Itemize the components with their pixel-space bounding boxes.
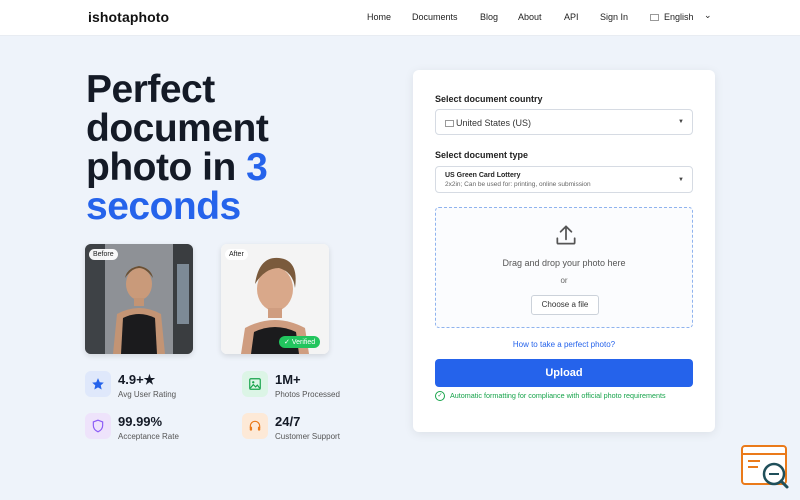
image-icon — [242, 371, 268, 397]
shield-icon — [85, 413, 111, 439]
flag-icon — [650, 13, 659, 21]
after-label: After — [225, 249, 248, 260]
hero-title-text: photo in — [86, 146, 247, 189]
caret-down-icon: ▼ — [678, 119, 684, 125]
compliance-text: Automatic formatting for compliance with… — [450, 391, 666, 400]
flag-icon — [445, 119, 454, 127]
stat-label: Avg User Rating — [118, 390, 177, 399]
upload-button[interactable]: Upload — [435, 359, 693, 387]
stat-label: Photos Processed — [275, 390, 340, 399]
hero-title-line: Perfect — [86, 68, 215, 111]
site-logo[interactable]: ishotaphoto — [88, 9, 169, 25]
nav-link-api[interactable]: API — [564, 12, 579, 22]
country-select-value: United States (US) — [445, 118, 531, 128]
stat-value: 24/7 — [275, 414, 301, 429]
nav-link-documents[interactable]: Documents — [412, 12, 458, 22]
check-icon: ✓ — [284, 339, 290, 346]
nav-link-about[interactable]: About — [518, 12, 542, 22]
check-circle-icon: ✓ — [435, 391, 445, 401]
verified-label: Verified — [291, 339, 316, 346]
nav-link-home[interactable]: Home — [367, 12, 391, 22]
star-icon — [85, 371, 111, 397]
upload-form-card: Select document country United States (U… — [413, 70, 715, 432]
top-nav: ishotaphoto Home Documents Blog About AP… — [0, 0, 800, 36]
stat-label: Acceptance Rate — [118, 432, 179, 441]
country-select[interactable]: United States (US) ▼ — [435, 109, 693, 135]
after-photo-card: After ✓ Verified — [221, 244, 329, 354]
chevron-down-icon[interactable]: ⌄ — [704, 10, 712, 21]
hero-title: Perfect document photo in 3 seconds — [86, 70, 376, 226]
hero-title-highlight: seconds — [86, 185, 241, 228]
stat-value: 99.99% — [118, 414, 163, 429]
language-selector[interactable]: English — [650, 12, 694, 22]
photo-dropzone[interactable]: Drag and drop your photo here or Choose … — [435, 207, 693, 328]
stat-label: Customer Support — [275, 432, 340, 441]
before-photo — [85, 244, 193, 354]
type-label: Select document type — [435, 150, 529, 160]
choose-file-button[interactable]: Choose a file — [531, 295, 599, 315]
country-label: Select document country — [435, 94, 543, 104]
document-type-subtitle: 2x2in; Can be used for: printing, online… — [445, 181, 591, 188]
howto-link[interactable]: How to take a perfect photo? — [413, 340, 715, 349]
document-type-title: US Green Card Lottery — [445, 172, 521, 179]
before-photo-card: Before — [85, 244, 193, 354]
stat-acceptance: 99.99% Acceptance Rate — [85, 413, 215, 445]
hero-title-line: photo in 3 — [86, 148, 376, 187]
language-label: English — [664, 12, 694, 22]
dropzone-or: or — [560, 276, 568, 285]
stat-value: 1M+ — [275, 372, 301, 387]
caret-down-icon: ▼ — [678, 176, 684, 183]
nav-link-blog[interactable]: Blog — [480, 12, 498, 22]
hero-title-highlight: 3 — [246, 146, 268, 189]
document-type-select[interactable]: US Green Card Lottery 2x2in; Can be used… — [435, 166, 693, 193]
stat-photos: 1M+ Photos Processed — [242, 371, 372, 403]
nav-link-sign-in[interactable]: Sign In — [600, 12, 628, 22]
before-label: Before — [89, 249, 118, 260]
compliance-note: ✓ Automatic formatting for compliance wi… — [435, 391, 675, 401]
hero-title-line: document — [86, 107, 269, 150]
headset-icon — [242, 413, 268, 439]
stat-support: 24/7 Customer Support — [242, 413, 372, 445]
country-value: United States (US) — [456, 118, 532, 128]
upload-icon — [556, 225, 576, 245]
stat-value: 4.9+★ — [118, 372, 156, 387]
search-widget-icon[interactable] — [740, 444, 790, 490]
stat-rating: 4.9+★ Avg User Rating — [85, 371, 215, 403]
verified-badge: ✓ Verified — [279, 336, 321, 348]
dropzone-text: Drag and drop your photo here — [502, 258, 626, 268]
